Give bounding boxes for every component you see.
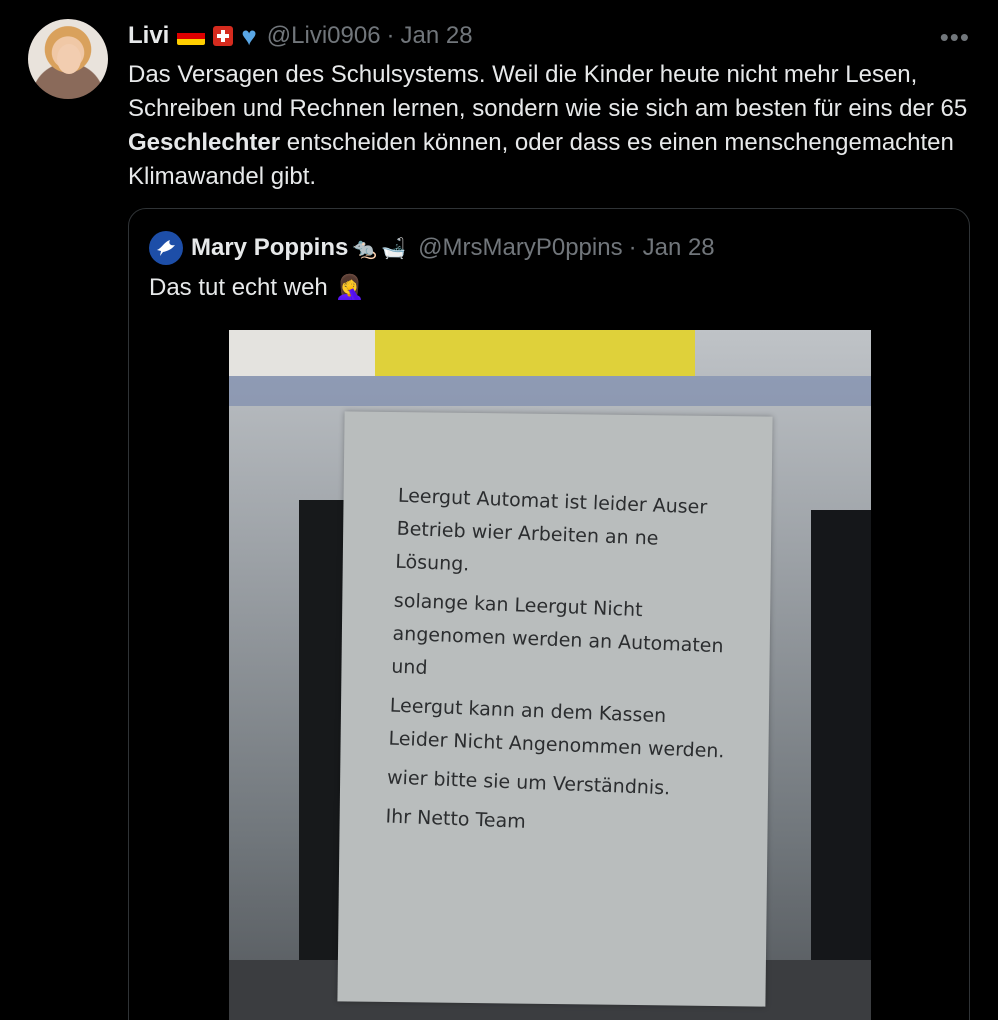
more-horizontal-icon[interactable]: ••• bbox=[940, 24, 970, 50]
quoted-tweet-text-body: Das tut echt weh bbox=[149, 274, 328, 301]
tweet-header: Livi ♥ @Livi0906 · Jan 28 bbox=[128, 20, 473, 52]
german-flag-icon bbox=[177, 27, 206, 45]
quoted-tweet-photo[interactable]: Leergut Automat ist leider Auser Betrieb… bbox=[229, 330, 871, 1020]
notice-line: Ihr Netto Team bbox=[385, 805, 527, 833]
author-handle[interactable]: @Livi0906 bbox=[267, 22, 381, 50]
quoted-tweet[interactable]: Mary Poppins 🐀 🛁 @MrsMaryP0ppins · Jan 2… bbox=[128, 208, 970, 1020]
photo-ceiling-light bbox=[229, 330, 375, 376]
quoted-separator-dot: · bbox=[628, 234, 637, 261]
quoted-tweet-date[interactable]: Jan 28 bbox=[643, 234, 715, 262]
photo-yellow-sign bbox=[375, 330, 695, 376]
avatar-face bbox=[57, 44, 81, 74]
swiss-flag-icon bbox=[213, 26, 234, 46]
separator-dot: · bbox=[386, 22, 395, 49]
quoted-author-name[interactable]: Mary Poppins bbox=[191, 234, 348, 262]
quoted-tweet-header: Mary Poppins 🐀 🛁 @MrsMaryP0ppins · Jan 2… bbox=[149, 231, 715, 265]
notice-text: Leergut Automat ist leider Auser Betrieb… bbox=[385, 480, 739, 853]
quoted-tweet-text: Das tut echt weh 🤦‍♀️ bbox=[149, 273, 364, 302]
blue-heart-icon: ♥ bbox=[241, 21, 257, 51]
rat-icon: 🐀 bbox=[352, 237, 378, 260]
facepalm-icon: 🤦‍♀️ bbox=[334, 274, 365, 301]
tweet-text: Das Versagen des Schulsystems. Weil die … bbox=[128, 58, 978, 194]
bathtub-icon: 🛁 bbox=[381, 237, 407, 260]
quoted-author-handle[interactable]: @MrsMaryP0ppins bbox=[418, 234, 622, 262]
notice-paper: Leergut Automat ist leider Auser Betrieb… bbox=[337, 411, 773, 1007]
notice-line: wier bitte sie um Verständnis. bbox=[386, 766, 671, 800]
photo-dark-frame-right bbox=[811, 510, 871, 1020]
author-avatar[interactable] bbox=[28, 19, 108, 99]
notice-line: solange kan Leergut Nicht angenomen werd… bbox=[390, 589, 724, 679]
quoted-author-avatar[interactable] bbox=[149, 231, 183, 265]
tweet-text-part1: Das Versagen des Schulsystems. Weil die … bbox=[128, 61, 968, 122]
photo-ceiling bbox=[229, 376, 871, 406]
notice-line: Leergut Automat ist leider Auser Betrieb… bbox=[394, 484, 708, 576]
author-name[interactable]: Livi bbox=[128, 22, 169, 50]
tweet-text-bold: Geschlechter bbox=[128, 129, 281, 156]
notice-line: Leergut kann an dem Kassen Leider Nicht … bbox=[388, 694, 725, 763]
tweet-date[interactable]: Jan 28 bbox=[401, 22, 473, 50]
dove-icon bbox=[157, 240, 175, 256]
